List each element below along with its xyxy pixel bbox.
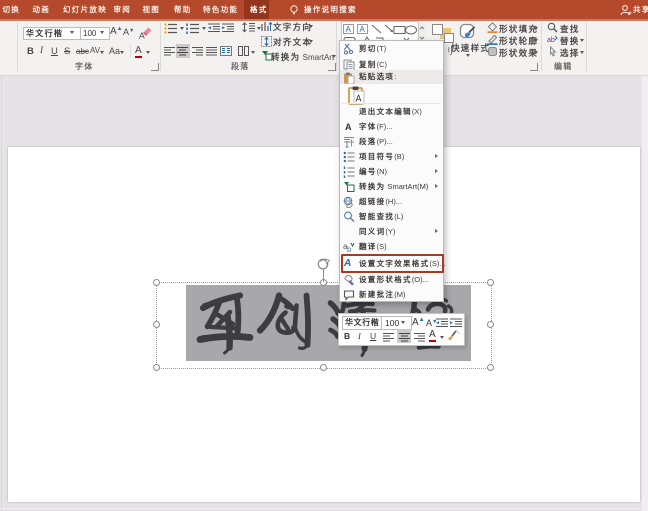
svg-text:A: A — [356, 93, 362, 103]
svg-text:b: b — [347, 245, 352, 253]
